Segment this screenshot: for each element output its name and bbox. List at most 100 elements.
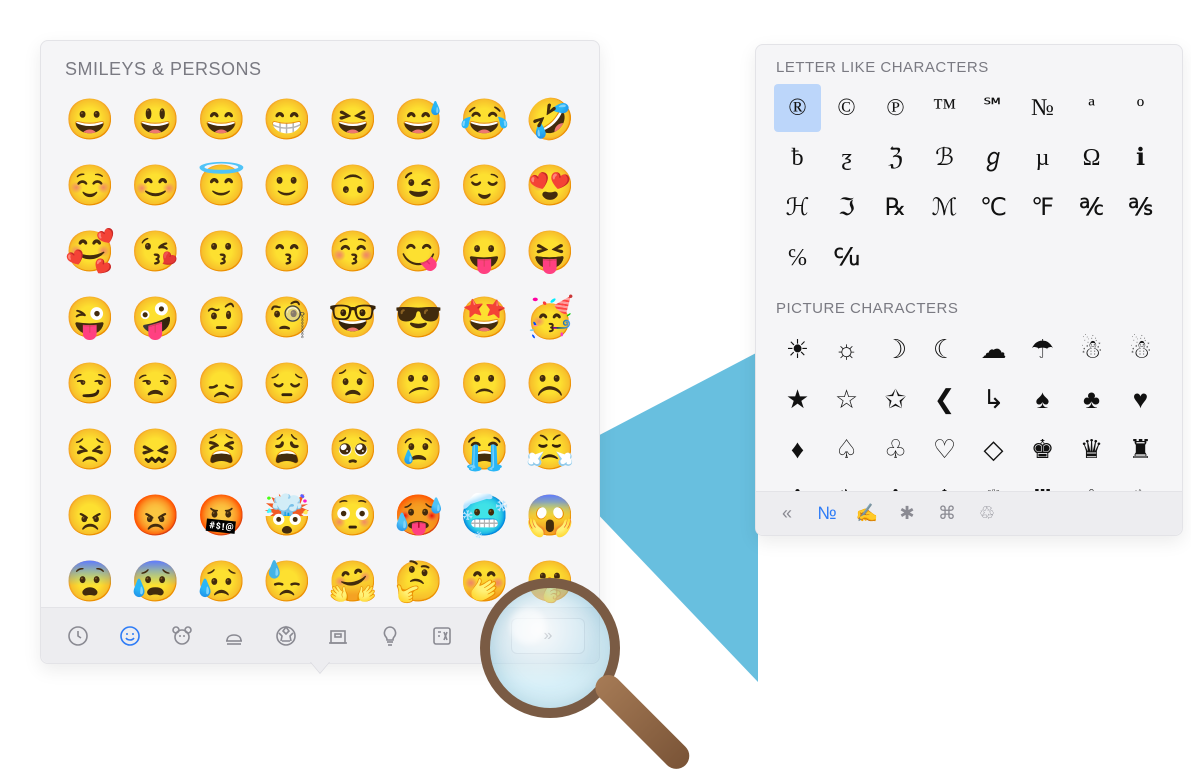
picture-char-cell[interactable]: ★ (774, 375, 821, 423)
letter-char-cell[interactable]: ℉ (1019, 184, 1066, 232)
picture-char-cell[interactable]: ☃ (1068, 325, 1115, 373)
travel-icon[interactable] (315, 613, 361, 659)
emoji-cell[interactable]: 😝 (523, 224, 577, 278)
emoji-cell[interactable]: 😀 (63, 92, 117, 146)
picture-char-cell[interactable]: ↳ (970, 375, 1017, 423)
picture-char-cell[interactable]: ☀ (774, 325, 821, 373)
emoji-cell[interactable]: 😏 (63, 356, 117, 410)
emoji-cell[interactable]: 😣 (63, 422, 117, 476)
emoji-cell[interactable]: 😅 (392, 92, 446, 146)
letter-char-cell[interactable]: ℞ (872, 184, 919, 232)
emoji-cell[interactable]: 😙 (260, 224, 314, 278)
letter-char-cell[interactable]: ℳ (921, 184, 968, 232)
picture-char-cell[interactable]: ☽ (872, 325, 919, 373)
emoji-cell[interactable]: 🤩 (458, 290, 512, 344)
emoji-cell[interactable]: 😚 (326, 224, 380, 278)
emoji-cell[interactable]: 🙂 (260, 158, 314, 212)
emoji-cell[interactable]: 🤓 (326, 290, 380, 344)
picture-char-cell[interactable]: ♣ (1068, 375, 1115, 423)
asterisk-icon[interactable]: ✱ (888, 497, 926, 531)
collapse-icon[interactable]: « (768, 497, 806, 531)
picture-char-cell[interactable]: ◇ (970, 425, 1017, 473)
emoji-cell[interactable]: ☹️ (523, 356, 577, 410)
emoji-cell[interactable]: 😖 (129, 422, 183, 476)
picture-char-cell[interactable]: ♜ (1117, 425, 1164, 473)
letter-char-cell[interactable]: ℊ (970, 134, 1017, 182)
emoji-cell[interactable]: 😋 (392, 224, 446, 278)
emoji-cell[interactable]: 😞 (195, 356, 249, 410)
more-categories-button[interactable]: » (511, 618, 585, 654)
emoji-cell[interactable]: 😭 (458, 422, 512, 476)
picture-char-cell[interactable]: ♠ (1019, 375, 1066, 423)
emoji-cell[interactable]: 🤣 (523, 92, 577, 146)
emoji-cell[interactable]: 🥳 (523, 290, 577, 344)
emoji-cell[interactable]: ☺️ (63, 158, 117, 212)
emoji-cell[interactable]: 😟 (326, 356, 380, 410)
letter-char-cell[interactable]: ƺ (823, 134, 870, 182)
number-icon[interactable]: № (808, 497, 846, 531)
food-icon[interactable] (211, 613, 257, 659)
letter-char-cell[interactable]: ℠ (970, 84, 1017, 132)
letter-char-cell[interactable]: ℗ (872, 84, 919, 132)
emoji-cell[interactable]: 🥶 (458, 488, 512, 542)
emoji-cell[interactable]: 😗 (195, 224, 249, 278)
emoji-cell[interactable]: 😘 (129, 224, 183, 278)
letter-char-cell[interactable]: ℃ (970, 184, 1017, 232)
emoji-cell[interactable]: 🤨 (195, 290, 249, 344)
emoji-cell[interactable]: 😂 (458, 92, 512, 146)
letter-char-cell[interactable]: ® (774, 84, 821, 132)
emoji-cell[interactable]: 😄 (195, 92, 249, 146)
emoji-cell[interactable]: 😆 (326, 92, 380, 146)
emoji-cell[interactable]: 😊 (129, 158, 183, 212)
picture-char-cell[interactable]: ✩ (872, 375, 919, 423)
emoji-cell[interactable]: 🥺 (326, 422, 380, 476)
picture-char-cell[interactable]: ☁ (970, 325, 1017, 373)
emoji-cell[interactable]: 🙃 (326, 158, 380, 212)
emoji-cell[interactable]: 😡 (129, 488, 183, 542)
picture-char-cell[interactable]: ♡ (921, 425, 968, 473)
emoji-cell[interactable]: 😒 (129, 356, 183, 410)
emoji-cell[interactable]: 😜 (63, 290, 117, 344)
emoji-cell[interactable]: 😇 (195, 158, 249, 212)
emoji-cell[interactable]: 😢 (392, 422, 446, 476)
emoji-cell[interactable]: 😃 (129, 92, 183, 146)
emoji-cell[interactable]: 😩 (260, 422, 314, 476)
emoji-cell[interactable]: 🧐 (260, 290, 314, 344)
emoji-cell[interactable]: 🥵 (392, 488, 446, 542)
emoji-cell[interactable]: 🤪 (129, 290, 183, 344)
objects-icon[interactable] (367, 613, 413, 659)
activity-icon[interactable] (263, 613, 309, 659)
emoji-cell[interactable]: 😱 (523, 488, 577, 542)
picture-char-cell[interactable]: ♚ (1019, 425, 1066, 473)
letter-char-cell[interactable]: ℀ (1068, 184, 1115, 232)
emoji-cell[interactable]: 😁 (260, 92, 314, 146)
symbols-icon[interactable] (419, 613, 465, 659)
emoji-cell[interactable]: 😕 (392, 356, 446, 410)
emoji-cell[interactable]: 😥 (195, 554, 249, 608)
emoji-cell[interactable]: 🥰 (63, 224, 117, 278)
letter-char-cell[interactable]: ª (1068, 84, 1115, 132)
emoji-cell[interactable]: 🤫 (523, 554, 577, 608)
letter-char-cell[interactable]: © (823, 84, 870, 132)
emoji-cell[interactable]: 😰 (129, 554, 183, 608)
emoji-cell[interactable]: 😛 (458, 224, 512, 278)
emoji-cell[interactable]: 😨 (63, 554, 117, 608)
recent-icon[interactable] (55, 613, 101, 659)
letter-char-cell[interactable]: µ (1019, 134, 1066, 182)
letter-char-cell[interactable]: ℆ (823, 234, 870, 282)
emoji-cell[interactable]: 😍 (523, 158, 577, 212)
emoji-cell[interactable]: 🙁 (458, 356, 512, 410)
emoji-cell[interactable]: 😳 (326, 488, 380, 542)
letter-char-cell[interactable]: ℁ (1117, 184, 1164, 232)
picture-char-cell[interactable]: ☾ (921, 325, 968, 373)
letter-char-cell[interactable]: ℋ (774, 184, 821, 232)
letter-char-cell[interactable]: ℬ (921, 134, 968, 182)
emoji-cell[interactable]: 😔 (260, 356, 314, 410)
picture-char-cell[interactable]: ☂ (1019, 325, 1066, 373)
letter-char-cell[interactable]: ™ (921, 84, 968, 132)
smileys-icon[interactable] (107, 613, 153, 659)
picture-char-cell[interactable]: ♛ (1068, 425, 1115, 473)
animals-icon[interactable] (159, 613, 205, 659)
emoji-cell[interactable]: 🤗 (326, 554, 380, 608)
picture-char-cell[interactable]: ♦ (774, 425, 821, 473)
